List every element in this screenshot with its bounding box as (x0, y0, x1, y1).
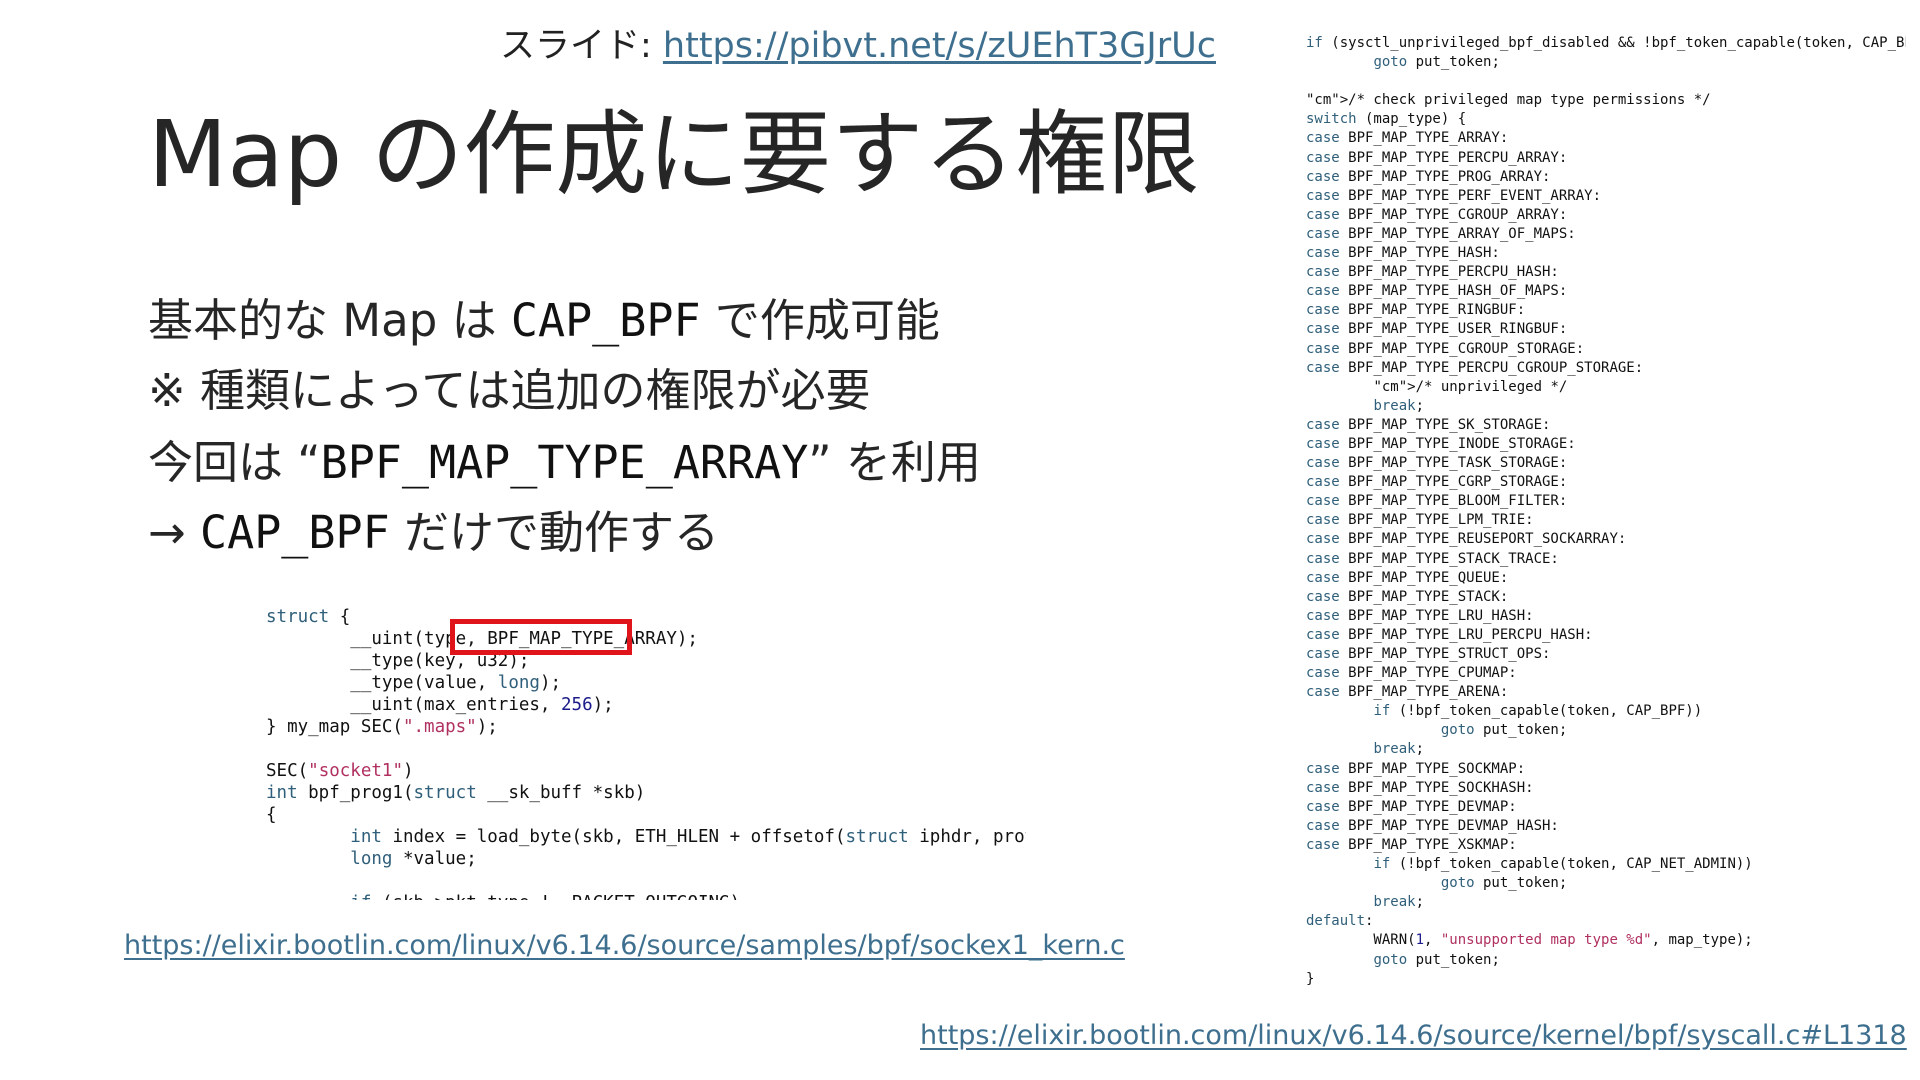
body-line-4: → CAP_BPF だけで動作する (148, 502, 719, 564)
code-right-line: case BPF_MAP_TYPE_LPM_TRIE: (1306, 512, 1534, 529)
code-right-line: case BPF_MAP_TYPE_PROG_ARRAY: (1306, 168, 1551, 185)
source-link-sockex1[interactable]: https://elixir.bootlin.com/linux/v6.14.6… (124, 930, 1125, 961)
code-left-line: { (266, 805, 277, 825)
code-right-line: case BPF_MAP_TYPE_LRU_HASH: (1306, 607, 1534, 624)
code-left-line (266, 738, 1026, 760)
code-right-line: goto put_token; (1440, 875, 1568, 892)
code-right-line: case BPF_MAP_TYPE_PERCPU_CGROUP_STORAGE: (1306, 359, 1644, 376)
body-line-2-text: ※ 種類によっては追加の権限が必要 (148, 364, 871, 417)
body-line-2: ※ 種類によっては追加の権限が必要 (148, 360, 871, 422)
code-right-line: case BPF_MAP_TYPE_DEVMAP_HASH: (1306, 817, 1559, 834)
code-left-line: __uint(type, BPF_MAP_TYPE_ARRAY); (266, 629, 698, 649)
code-right-line: case BPF_MAP_TYPE_CGROUP_ARRAY: (1306, 206, 1568, 223)
code-left-line: struct { (266, 607, 351, 627)
code-right-line: default: (1306, 913, 1374, 930)
source-link-syscall[interactable]: https://elixir.bootlin.com/linux/v6.14.6… (920, 1020, 1907, 1051)
code-left-lines: struct { __uint(type, BPF_MAP_TYPE_ARRAY… (266, 606, 1026, 900)
code-right-line: switch (map_type) { (1306, 111, 1467, 128)
code-right-line: case BPF_MAP_TYPE_SOCKHASH: (1306, 779, 1534, 796)
code-right-line: case BPF_MAP_TYPE_STACK_TRACE: (1306, 550, 1559, 567)
code-right-line: case BPF_MAP_TYPE_STRUCT_OPS: (1306, 646, 1551, 662)
code-right-line: case BPF_MAP_TYPE_CGROUP_STORAGE: (1306, 340, 1585, 357)
code-left-line: __type(key, u32); (266, 651, 530, 671)
body-line-1: 基本的な Map は CAP_BPF で作成可能 (148, 290, 940, 352)
code-right-line: case BPF_MAP_TYPE_PERCPU_ARRAY: (1306, 149, 1568, 166)
code-right-line: case BPF_MAP_TYPE_QUEUE: (1306, 569, 1509, 586)
slide: スライド: https://pibvt.net/s/zUEhT3GJrUc Ma… (0, 0, 1920, 1080)
code-right-line: case BPF_MAP_TYPE_SOCKMAP: (1306, 760, 1526, 777)
code-right-line: case BPF_MAP_TYPE_STACK: (1306, 588, 1509, 605)
code-right-line: if (sysctl_unprivileged_bpf_disabled && … (1306, 35, 1906, 51)
code-right-lines: if (sysctl_unprivileged_bpf_disabled && … (1306, 34, 1906, 989)
code-left-line: __type(value, long); (266, 673, 562, 693)
code-right-line: case BPF_MAP_TYPE_XSKMAP: (1306, 836, 1517, 853)
code-right-line: case BPF_MAP_TYPE_ARRAY: (1306, 130, 1509, 147)
slide-link-prefix: スライド: (500, 26, 663, 66)
code-right-line: case BPF_MAP_TYPE_SK_STORAGE: (1306, 416, 1551, 433)
body-line-4-code: CAP_BPF (200, 506, 390, 559)
slide-link-row: スライド: https://pibvt.net/s/zUEhT3GJrUc (500, 22, 1216, 70)
code-screenshot-syscall: if (sysctl_unprivileged_bpf_disabled && … (1306, 34, 1906, 994)
source-link-left-row: https://elixir.bootlin.com/linux/v6.14.6… (124, 928, 1125, 964)
body-line-4-text-c: だけで動作する (389, 506, 719, 559)
code-right-line: case BPF_MAP_TYPE_USER_RINGBUF: (1306, 321, 1568, 338)
body-line-3-text-a: 今回は “ (148, 436, 321, 489)
code-left-line: int index = load_byte(skb, ETH_HLEN + of… (350, 827, 1026, 847)
source-link-right-row: https://elixir.bootlin.com/linux/v6.14.6… (920, 1018, 1907, 1054)
code-right-line: case BPF_MAP_TYPE_ARRAY_OF_MAPS: (1306, 225, 1576, 242)
code-right-line: case BPF_MAP_TYPE_CPUMAP: (1306, 665, 1517, 682)
code-left-line: } my_map SEC(".maps"); (266, 717, 498, 737)
body-line-3: 今回は “BPF_MAP_TYPE_ARRAY” を利用 (148, 432, 981, 494)
body-line-4-text-a: → (148, 506, 201, 559)
page-title: Map の作成に要する権限 (148, 101, 1200, 208)
body-line-1-code: CAP_BPF (510, 294, 701, 347)
code-left-line: long *value; (350, 849, 477, 869)
code-right-line: case BPF_MAP_TYPE_CGRP_STORAGE: (1306, 474, 1568, 491)
code-right-line: if (!bpf_token_capable(token, CAP_NET_AD… (1373, 856, 1753, 873)
code-right-line (1306, 72, 1906, 91)
code-right-line: case BPF_MAP_TYPE_HASH: (1306, 245, 1500, 262)
code-right-line: break; (1373, 741, 1425, 758)
code-right-line: case BPF_MAP_TYPE_BLOOM_FILTER: (1306, 493, 1568, 510)
code-left-line: int bpf_prog1(struct __sk_buff *skb) (266, 783, 646, 803)
code-left-line: SEC("socket1") (266, 761, 414, 781)
body-line-1-text-a: 基本的な Map は (148, 294, 511, 347)
code-right-line: case BPF_MAP_TYPE_REUSEPORT_SOCKARRAY: (1306, 531, 1627, 548)
code-left-line (266, 870, 1026, 892)
code-screenshot-sockex1: struct { __uint(type, BPF_MAP_TYPE_ARRAY… (266, 606, 1026, 900)
code-right-line: case BPF_MAP_TYPE_TASK_STORAGE: (1306, 455, 1568, 472)
code-right-line: goto put_token; (1373, 54, 1500, 71)
code-right-line: goto put_token; (1440, 722, 1568, 739)
code-right-line: case BPF_MAP_TYPE_HASH_OF_MAPS: (1306, 283, 1568, 300)
code-right-line: case BPF_MAP_TYPE_INODE_STORAGE: (1306, 435, 1576, 452)
body-line-3-code: BPF_MAP_TYPE_ARRAY (320, 436, 809, 489)
body-line-3-text-c: ” を利用 (808, 436, 981, 489)
code-left-line: __uint(max_entries, 256); (266, 695, 614, 715)
code-right-line: break; (1373, 894, 1425, 911)
code-right-line: case BPF_MAP_TYPE_LRU_PERCPU_HASH: (1306, 626, 1593, 643)
code-right-line: if (!bpf_token_capable(token, CAP_BPF)) (1373, 703, 1703, 720)
code-right-line: case BPF_MAP_TYPE_ARENA: (1306, 684, 1509, 701)
code-right-line: "cm">/* unprivileged */ (1373, 378, 1568, 395)
code-left-line: if (skb->pkt_type != PACKET_OUTGOING) (266, 892, 1026, 900)
code-right-line: WARN(1, "unsupported map type %d", map_t… (1306, 932, 1753, 949)
code-right-line: goto put_token; (1373, 951, 1500, 968)
code-right-line: case BPF_MAP_TYPE_PERCPU_HASH: (1306, 264, 1559, 281)
code-right-line: case BPF_MAP_TYPE_RINGBUF: (1306, 302, 1526, 319)
code-right-line: case BPF_MAP_TYPE_DEVMAP: (1306, 798, 1517, 815)
code-right-line: } (1306, 970, 1315, 987)
highlight-box (450, 619, 632, 655)
code-right-line: case BPF_MAP_TYPE_PERF_EVENT_ARRAY: (1306, 187, 1602, 204)
slide-link[interactable]: https://pibvt.net/s/zUEhT3GJrUc (663, 26, 1216, 66)
code-right-line: "cm">/* check privileged map type permis… (1306, 92, 1711, 109)
code-right-line: break; (1373, 397, 1425, 414)
body-line-1-text-c: で作成可能 (700, 294, 940, 347)
